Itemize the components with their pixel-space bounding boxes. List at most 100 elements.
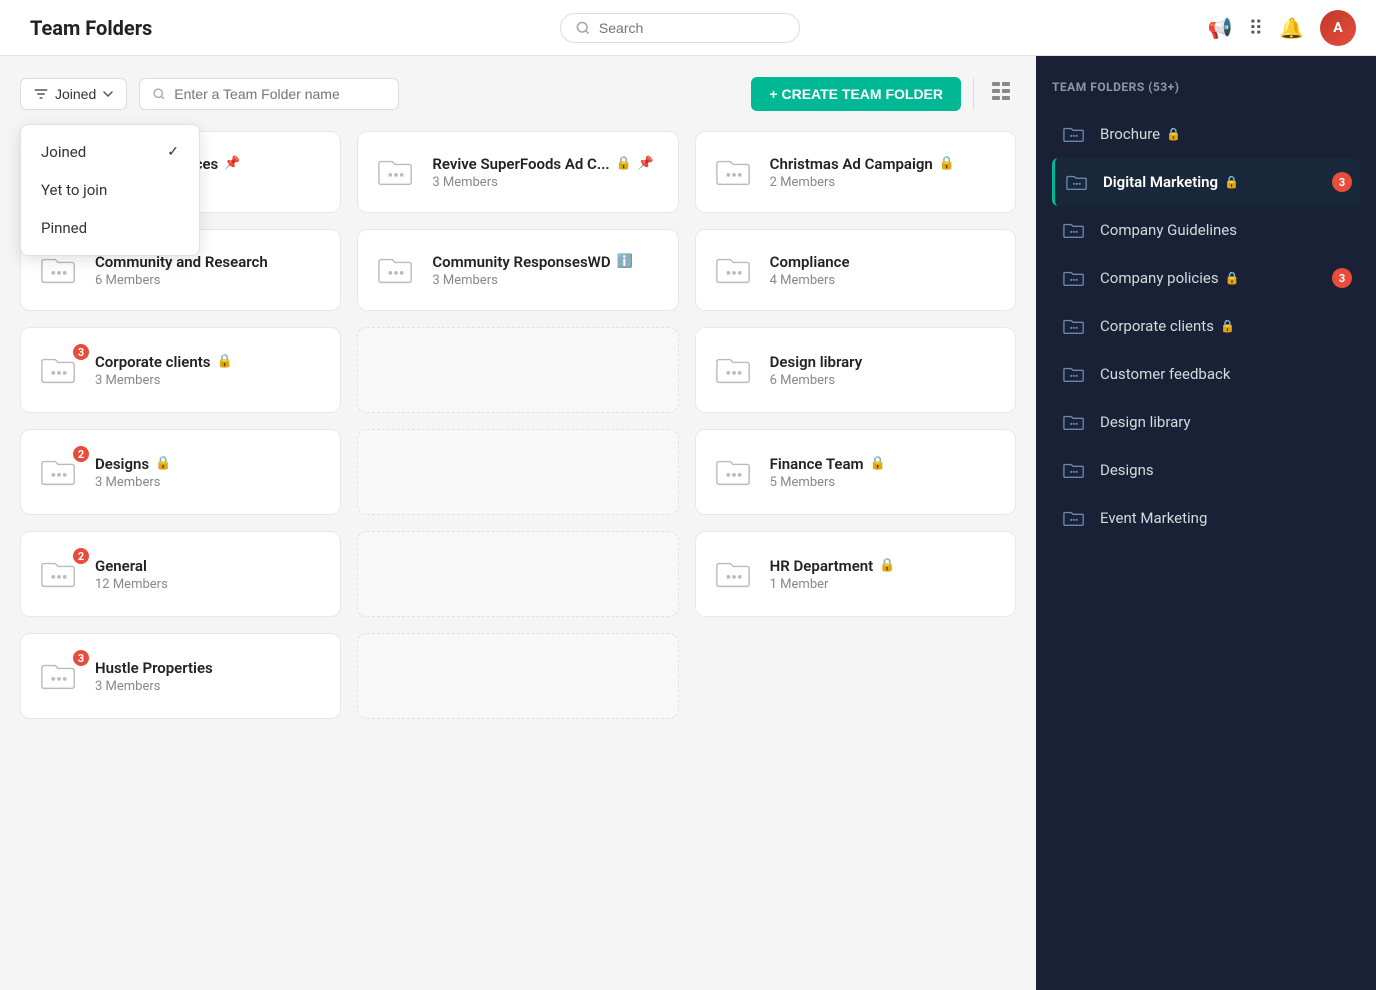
panel-item[interactable]: Designs bbox=[1052, 446, 1360, 494]
filter-label: Joined bbox=[55, 86, 96, 102]
panel-item-name: Design library bbox=[1100, 413, 1352, 431]
folder-card[interactable]: 2 General 12 Members bbox=[20, 531, 341, 617]
panel-item[interactable]: Brochure 🔒 bbox=[1052, 110, 1360, 158]
content-area: Joined Joined ✓ Yet to join bbox=[0, 56, 1036, 990]
dropdown-item-joined[interactable]: Joined ✓ bbox=[21, 133, 199, 171]
panel-item-name: Brochure 🔒 bbox=[1100, 125, 1352, 143]
folder-info: General 12 Members bbox=[95, 557, 324, 592]
folder-name: General bbox=[95, 557, 324, 575]
dropdown-label-pinned: Pinned bbox=[41, 219, 87, 237]
folder-card[interactable] bbox=[357, 633, 678, 719]
folder-card[interactable]: HR Department 🔒 1 Member bbox=[695, 531, 1016, 617]
folder-name: Community ResponsesWD ℹ️ bbox=[432, 253, 661, 271]
panel-item-name: Company Guidelines bbox=[1100, 221, 1352, 239]
dropdown-item-yet-to-join[interactable]: Yet to join bbox=[21, 171, 199, 209]
panel-items-list: Brochure 🔒 Digital Marketing 🔒 3 Company… bbox=[1052, 110, 1360, 542]
folder-name: Design library bbox=[770, 353, 999, 371]
folder-name: HR Department 🔒 bbox=[770, 557, 999, 575]
panel-item-icon bbox=[1060, 264, 1088, 292]
bell-icon[interactable]: 🔔 bbox=[1279, 16, 1304, 40]
dropdown-label-joined: Joined bbox=[41, 143, 86, 161]
panel-item[interactable]: Event Marketing bbox=[1052, 494, 1360, 542]
folder-card[interactable]: Community ResponsesWD ℹ️ 3 Members bbox=[357, 229, 678, 311]
view-icon bbox=[990, 80, 1012, 102]
panel-item-icon bbox=[1060, 312, 1088, 340]
folder-card[interactable]: Finance Team 🔒 5 Members bbox=[695, 429, 1016, 515]
folder-info: Compliance 4 Members bbox=[770, 253, 999, 288]
search-icon bbox=[575, 20, 591, 36]
folder-name: Corporate clients 🔒 bbox=[95, 353, 324, 371]
folder-icon: 3 bbox=[37, 654, 81, 698]
folder-name: Hustle Properties bbox=[95, 659, 324, 677]
panel-item-name: Customer feedback bbox=[1100, 365, 1352, 383]
lock-icon: 🔒 bbox=[879, 558, 895, 573]
folder-card[interactable]: Compliance 4 Members bbox=[695, 229, 1016, 311]
panel-lock-icon: 🔒 bbox=[1224, 175, 1239, 189]
create-team-folder-button[interactable]: + CREATE TEAM FOLDER bbox=[751, 77, 961, 111]
panel-item-icon bbox=[1060, 456, 1088, 484]
panel-item[interactable]: Company Guidelines bbox=[1052, 206, 1360, 254]
lock-icon: 🔒 bbox=[939, 156, 955, 171]
panel-title: TEAM FOLDERS (53+) bbox=[1052, 80, 1360, 94]
panel-item[interactable]: Customer feedback bbox=[1052, 350, 1360, 398]
folder-members: 12 Members bbox=[95, 577, 324, 592]
global-search-input[interactable] bbox=[599, 20, 779, 36]
folder-card[interactable]: Christmas Ad Campaign 🔒 2 Members bbox=[695, 131, 1016, 213]
panel-badge: 3 bbox=[1332, 268, 1352, 288]
folder-search[interactable] bbox=[139, 78, 399, 110]
dropdown-item-pinned[interactable]: Pinned bbox=[21, 209, 199, 247]
folder-card[interactable]: 3 Corporate clients 🔒 3 Members bbox=[20, 327, 341, 413]
folder-card[interactable] bbox=[357, 531, 678, 617]
folder-card[interactable]: Design library 6 Members bbox=[695, 327, 1016, 413]
panel-item[interactable]: Digital Marketing 🔒 3 bbox=[1052, 158, 1360, 206]
folder-icon bbox=[712, 450, 756, 494]
folder-card[interactable]: Revive SuperFoods Ad C... 🔒📌 3 Members bbox=[357, 131, 678, 213]
folder-members: 2 Members bbox=[770, 175, 999, 190]
lock-icon: 🔒 bbox=[616, 156, 632, 171]
megaphone-icon[interactable]: 📢 bbox=[1208, 16, 1233, 40]
lock-icon: 🔒 bbox=[870, 456, 886, 471]
header-left: Team Folders bbox=[20, 16, 152, 40]
folder-members: 6 Members bbox=[770, 373, 999, 388]
panel-item[interactable]: Corporate clients 🔒 bbox=[1052, 302, 1360, 350]
check-icon: ✓ bbox=[167, 144, 179, 160]
folder-name: Finance Team 🔒 bbox=[770, 455, 999, 473]
header-center bbox=[152, 13, 1207, 43]
folder-search-input[interactable] bbox=[174, 86, 374, 102]
folder-members: 1 Member bbox=[770, 577, 999, 592]
global-search[interactable] bbox=[560, 13, 800, 43]
avatar[interactable]: A bbox=[1320, 10, 1356, 46]
panel-item-name: Digital Marketing 🔒 bbox=[1103, 173, 1320, 191]
folder-members: 3 Members bbox=[432, 273, 661, 288]
folder-members: 5 Members bbox=[770, 475, 999, 490]
folder-members: 6 Members bbox=[95, 273, 324, 288]
folder-info: Hustle Properties 3 Members bbox=[95, 659, 324, 694]
panel-item-icon bbox=[1060, 216, 1088, 244]
lock-icon: 🔒 bbox=[155, 456, 171, 471]
folder-card[interactable] bbox=[357, 429, 678, 515]
notification-badge: 3 bbox=[71, 648, 91, 668]
right-panel: TEAM FOLDERS (53+) Brochure 🔒 Digital Ma… bbox=[1036, 56, 1376, 990]
view-toggle-button[interactable] bbox=[986, 76, 1016, 111]
folder-card[interactable]: 2 Designs 🔒 3 Members bbox=[20, 429, 341, 515]
panel-lock-icon: 🔒 bbox=[1225, 271, 1240, 285]
header: Team Folders 📢 ⠿ 🔔 A bbox=[0, 0, 1376, 56]
main-layout: Joined Joined ✓ Yet to join bbox=[0, 56, 1376, 990]
folder-card[interactable]: 3 Hustle Properties 3 Members bbox=[20, 633, 341, 719]
folder-info: Finance Team 🔒 5 Members bbox=[770, 455, 999, 490]
toolbar: Joined Joined ✓ Yet to join bbox=[20, 76, 1016, 111]
notification-badge: 2 bbox=[71, 546, 91, 566]
panel-item[interactable]: Design library bbox=[1052, 398, 1360, 446]
panel-item-icon bbox=[1063, 168, 1091, 196]
filter-button[interactable]: Joined bbox=[20, 78, 127, 110]
folder-card[interactable] bbox=[357, 327, 678, 413]
panel-item[interactable]: Company policies 🔒 3 bbox=[1052, 254, 1360, 302]
panel-item-name: Event Marketing bbox=[1100, 509, 1352, 527]
folder-icon: 2 bbox=[37, 450, 81, 494]
folder-info: Christmas Ad Campaign 🔒 2 Members bbox=[770, 155, 999, 190]
panel-item-name: Company policies 🔒 bbox=[1100, 269, 1320, 287]
grid-icon[interactable]: ⠿ bbox=[1248, 16, 1263, 40]
panel-item-icon bbox=[1060, 120, 1088, 148]
folder-icon: 2 bbox=[37, 552, 81, 596]
folder-icon bbox=[712, 248, 756, 292]
